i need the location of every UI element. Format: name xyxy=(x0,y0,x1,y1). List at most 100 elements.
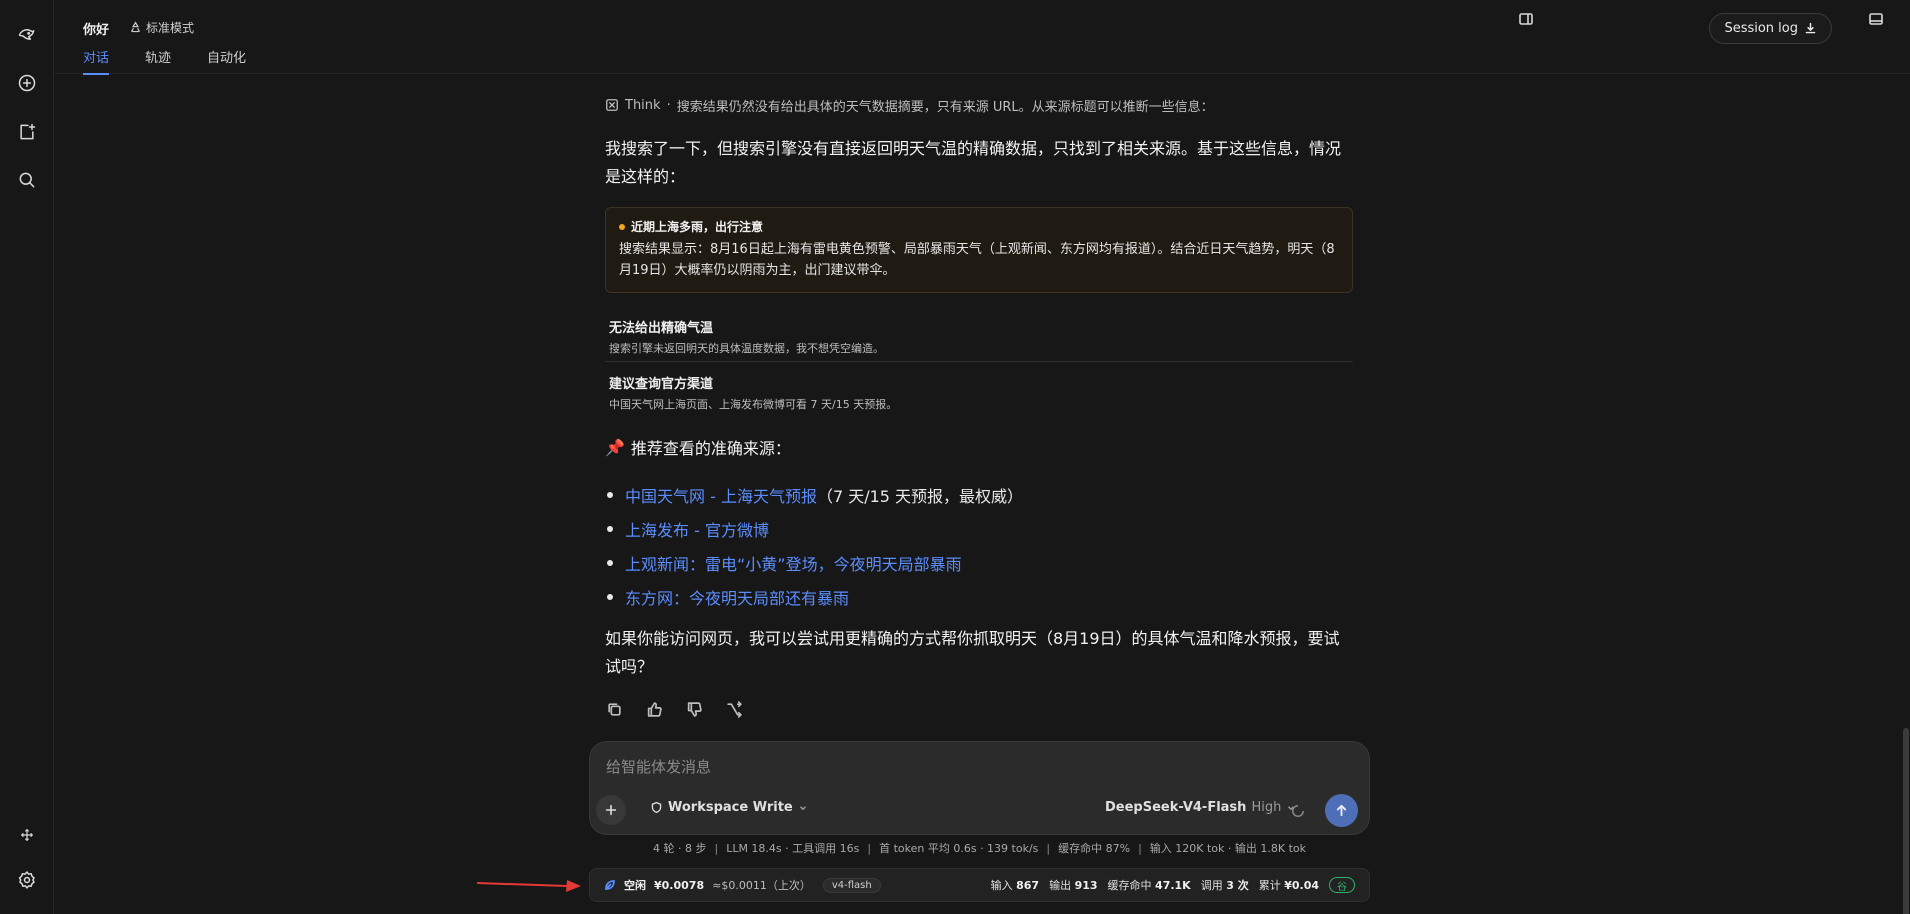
bullet xyxy=(607,492,613,498)
arrow-up-icon xyxy=(1336,804,1347,817)
model-selector[interactable]: DeepSeek-V4-Flash High xyxy=(1105,800,1296,815)
thumbs-up-icon[interactable] xyxy=(645,700,663,718)
run-stats: 4 轮 · 8 步 | LLM 18.4s · 工具调用 16s | 首 token 平… xyxy=(589,840,1370,856)
think-label: Think xyxy=(625,97,661,113)
source-suffix: （7 天/15 天预报，最权威） xyxy=(816,487,1024,506)
sidebar xyxy=(0,0,54,914)
first-token-stat: 首 token 平均 0.6s · 139 tok/s xyxy=(879,842,1039,855)
logo-icon[interactable] xyxy=(13,21,41,49)
bullet xyxy=(607,560,613,566)
warning-dot-icon xyxy=(619,223,625,230)
info-title: 无法给出精确气温 xyxy=(609,321,714,336)
copy-icon[interactable] xyxy=(605,700,623,718)
status-left: 空闲 ¥0.0078 ≈$0.0011（上次） v4-flash xyxy=(604,869,881,901)
source-link[interactable]: 东方网：今夜明天局部还有暴雨 xyxy=(625,585,849,609)
separator: | xyxy=(1046,842,1051,855)
info-row: 无法给出精确气温 搜索引擎未返回明天的具体温度数据，我不想凭空编造。 xyxy=(605,317,1353,356)
total-cost: 累计 ¥0.04 xyxy=(1258,879,1319,892)
workspace-label: Workspace Write xyxy=(668,800,793,815)
leaf-icon xyxy=(604,879,616,891)
download-icon xyxy=(1805,22,1816,34)
add-attachment-button[interactable] xyxy=(596,795,626,825)
notice-body: 搜索结果显示：8月16日起上海有雷电黄色预警、局部暴雨天气（上观新闻、东方网均有… xyxy=(619,242,1335,278)
mode-indicator[interactable]: 标准模式 xyxy=(129,19,194,36)
model-level: High xyxy=(1251,800,1282,815)
notice-card: 近期上海多雨，出行注意 搜索结果显示：8月16日起上海有雷电黄色预警、局部暴雨天… xyxy=(605,207,1353,293)
scrollbar[interactable] xyxy=(1902,75,1910,914)
list-item: 上海发布 - 官方微博 xyxy=(605,512,1023,546)
session-log-button[interactable]: Session log xyxy=(1709,13,1832,44)
assistant-message: Think · 搜索结果仍然没有给出具体的天气数据摘要，只有来源 URL。从来源… xyxy=(605,95,1355,718)
recycle-icon xyxy=(130,21,141,33)
branch-icon[interactable] xyxy=(725,700,743,718)
status-last-cost: ≈$0.0011（上次） xyxy=(712,879,811,892)
separator: | xyxy=(714,842,719,855)
divider xyxy=(605,361,1353,362)
turns-stat: 4 轮 · 8 步 xyxy=(652,842,707,855)
think-text: 搜索结果仍然没有给出具体的天气数据摘要，只有来源 URL。从来源标题可以推断一些… xyxy=(676,99,1214,115)
tab-automation[interactable]: 自动化 xyxy=(207,47,246,75)
notice-title-text: 近期上海多雨，出行注意 xyxy=(631,220,764,234)
info-desc: 搜索引擎未返回明天的具体温度数据，我不想凭空编造。 xyxy=(609,342,884,355)
bullet xyxy=(607,526,613,532)
move-icon[interactable] xyxy=(13,821,41,849)
bullet xyxy=(607,594,613,600)
brain-icon xyxy=(606,99,618,111)
annotation-arrow-icon xyxy=(476,880,581,892)
list-item: 上观新闻：雷电“小黄”登场，今夜明天局部暴雨 xyxy=(605,546,1023,580)
header: 你好 标准模式 对话 轨迹 自动化 Session log xyxy=(55,0,1910,75)
scrollbar-thumb[interactable] xyxy=(1903,728,1909,914)
shield-icon xyxy=(651,801,662,814)
status-bar: 空闲 ¥0.0078 ≈$0.0011（上次） v4-flash 输入 867 … xyxy=(589,868,1370,902)
info-row: 建议查询官方渠道 中国天气网上海页面、上海发布微博可看 7 天/15 天预报。 xyxy=(605,373,1353,412)
list-item: 中国天气网 - 上海天气预报 （7 天/15 天预报，最权威） xyxy=(605,478,1023,512)
input-tokens: 输入 867 xyxy=(990,879,1040,892)
info-title: 建议查询官方渠道 xyxy=(609,377,714,392)
new-chat-icon[interactable] xyxy=(13,69,41,97)
notice-title: 近期上海多雨，出行注意 xyxy=(619,218,1339,235)
message-actions xyxy=(605,700,743,718)
panel-right-icon[interactable] xyxy=(1515,8,1537,30)
new-task-icon[interactable] xyxy=(13,118,41,146)
composer: Workspace Write DeepSeek-V4-Flash High xyxy=(589,741,1370,835)
loading-icon xyxy=(1291,803,1305,817)
separator: | xyxy=(867,842,872,855)
session-log-label: Session log xyxy=(1724,21,1798,36)
closing-paragraph: 如果你能访问网页，我可以尝试用更精确的方式帮你抓取明天（8月19日）的具体气温和… xyxy=(605,629,1340,676)
cache-hit: 缓存命中 47.1K xyxy=(1107,879,1191,892)
think-line[interactable]: Think · 搜索结果仍然没有给出具体的天气数据摘要，只有来源 URL。从来源… xyxy=(605,95,1355,115)
list-item: 东方网：今夜明天局部还有暴雨 xyxy=(605,580,1023,614)
chevron-down-icon xyxy=(799,805,806,810)
call-count: 调用 3 次 xyxy=(1200,879,1249,892)
io-stat: 输入 120K tok · 输出 1.8K tok xyxy=(1149,842,1307,855)
message-input[interactable] xyxy=(606,756,1346,778)
sources-list: 中国天气网 - 上海天气预报 （7 天/15 天预报，最权威） 上海发布 - 官… xyxy=(605,478,1023,614)
output-tokens: 输出 913 xyxy=(1049,879,1098,892)
sources-heading-text: 推荐查看的准确来源： xyxy=(630,439,791,458)
cache-stat: 缓存命中 87% xyxy=(1058,842,1131,855)
model-name: DeepSeek-V4-Flash xyxy=(1105,800,1247,815)
source-link[interactable]: 上观新闻：雷电“小黄”登场，今夜明天局部暴雨 xyxy=(625,551,962,575)
separator: | xyxy=(1138,842,1142,855)
status-state: 空闲 xyxy=(624,879,646,892)
app-window: 你好 标准模式 对话 轨迹 自动化 Session log Think · 搜索… xyxy=(0,0,1910,914)
workspace-mode-dropdown[interactable]: Workspace Write xyxy=(650,800,808,815)
source-link[interactable]: 中国天气网 - 上海天气预报 xyxy=(625,483,817,507)
source-link[interactable]: 上海发布 - 官方微博 xyxy=(625,517,769,541)
intro-paragraph: 我搜索了一下，但搜索引擎没有直接返回明天气温的精确数据，只找到了相关来源。基于这… xyxy=(605,139,1342,186)
send-button[interactable] xyxy=(1325,794,1358,827)
tab-conversation[interactable]: 对话 xyxy=(83,47,110,75)
think-separator: · xyxy=(666,97,671,113)
settings-icon[interactable] xyxy=(13,866,41,894)
tab-bar: 对话 轨迹 自动化 xyxy=(83,47,246,75)
search-icon[interactable] xyxy=(13,166,41,194)
tab-trajectory[interactable]: 轨迹 xyxy=(145,47,171,75)
panel-bottom-icon[interactable] xyxy=(1865,8,1887,30)
thumbs-down-icon[interactable] xyxy=(685,700,703,718)
sources-heading: 📌 推荐查看的准确来源： xyxy=(605,435,791,459)
grain-badge[interactable]: 谷 xyxy=(1329,877,1355,893)
pin-icon: 📌 xyxy=(605,437,625,457)
mode-label: 标准模式 xyxy=(146,21,195,35)
plus-icon xyxy=(605,804,617,816)
page-title: 你好 xyxy=(83,23,110,38)
